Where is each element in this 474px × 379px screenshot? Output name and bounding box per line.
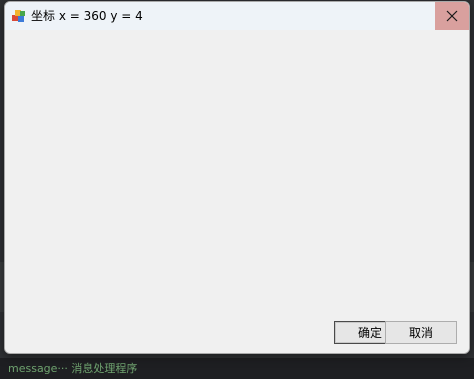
- cancel-button[interactable]: 取消: [385, 321, 457, 344]
- app-cubes-icon: [11, 8, 27, 24]
- close-button[interactable]: [435, 2, 469, 30]
- dialog-window: 坐标 x = 360 y = 4 确定 取消: [4, 1, 470, 354]
- dialog-content-area: [5, 30, 469, 353]
- background-terminal-line: message··· 消息处理程序: [0, 358, 474, 379]
- title-bar[interactable]: 坐标 x = 360 y = 4: [5, 2, 469, 30]
- window-title: 坐标 x = 360 y = 4: [31, 9, 143, 23]
- close-icon: [446, 10, 458, 22]
